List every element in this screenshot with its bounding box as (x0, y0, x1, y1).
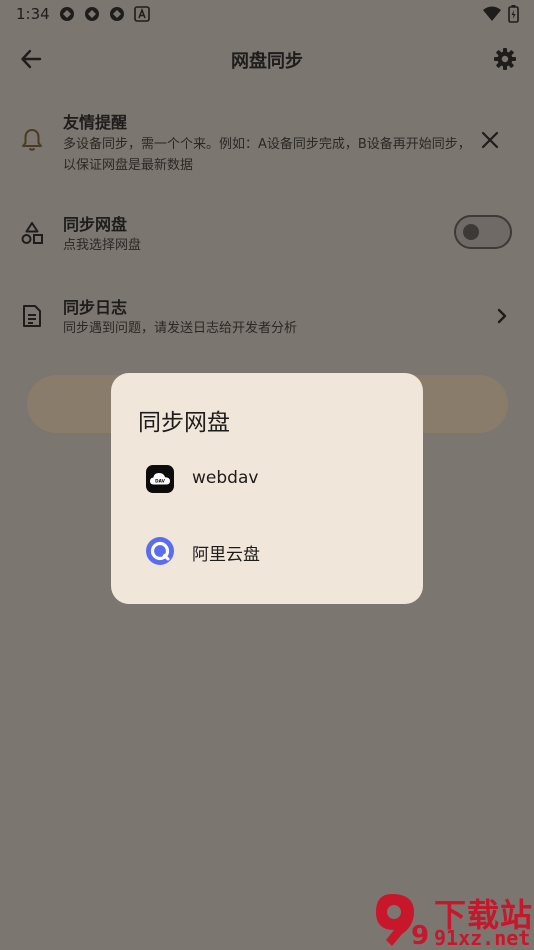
sync-log-open (490, 304, 514, 328)
top-app-bar: 网盘同步 (0, 28, 534, 90)
app-screen: 1:34 网盘同步 友情提醒 多设备同步，需一个个来。例如：A设备同步完成，B设… (0, 0, 534, 950)
notification-icon (60, 7, 74, 21)
shapes-icon-wrap (18, 219, 46, 247)
option-label: 阿里云盘 (192, 545, 260, 565)
toggle-knob (463, 224, 479, 240)
option-webdav[interactable]: DAV webdav (111, 449, 423, 509)
reminder-icon-wrap (18, 126, 46, 154)
close-icon (481, 131, 499, 149)
reminder-title: 友情提醒 (63, 113, 128, 132)
sync-drive-subtitle: 点我选择网盘 (63, 238, 142, 253)
sync-drive-title: 同步网盘 (63, 215, 128, 234)
gear-icon (494, 48, 516, 70)
site-watermark: 9 下载站 91xz.net (362, 888, 534, 950)
reminder-text: 多设备同步，需一个个来。例如：A设备同步完成，B设备再开始同步，以保证网盘是最新… (63, 137, 471, 173)
log-icon-wrap (18, 302, 46, 330)
svg-text:DAV: DAV (155, 479, 165, 484)
reminder-row: 友情提醒 多设备同步，需一个个来。例如：A设备同步完成，B设备再开始同步，以保证… (0, 100, 534, 180)
status-bar: 1:34 (0, 0, 534, 28)
sync-drive-row[interactable]: 同步网盘 点我选择网盘 (0, 200, 534, 266)
cloud-dav-icon: DAV (146, 465, 174, 493)
watermark-logo-text: 9 (411, 921, 429, 948)
notification-icon (85, 7, 99, 21)
chevron-right-icon (497, 308, 507, 324)
option-aliyun-drive[interactable]: 阿里云盘 (111, 521, 423, 581)
sync-drive-toggle[interactable] (454, 215, 512, 249)
bell-icon (22, 129, 42, 151)
dismiss-reminder-button[interactable] (476, 126, 504, 154)
select-drive-dialog: 同步网盘 DAV webdav 阿里云盘 (111, 373, 423, 604)
option-label: webdav (192, 468, 259, 488)
sync-log-row[interactable]: 同步日志 同步遇到问题，请发送日志给开发者分析 (0, 283, 534, 349)
watermark-text-url: 91xz.net (434, 926, 531, 950)
sync-log-subtitle: 同步遇到问题，请发送日志给开发者分析 (63, 321, 298, 336)
page-title: 网盘同步 (231, 51, 303, 72)
notification-icon (110, 7, 124, 21)
dialog-title: 同步网盘 (138, 410, 230, 436)
document-icon (23, 305, 41, 327)
status-time: 1:34 (16, 5, 50, 23)
watermark-logo-icon: 9 (376, 894, 429, 948)
battery-icon (508, 5, 519, 23)
shapes-icon (21, 222, 43, 244)
wifi-icon (483, 6, 501, 21)
aliyun-drive-icon (146, 537, 174, 565)
app-a-icon (134, 6, 150, 22)
sync-log-title: 同步日志 (63, 298, 128, 317)
settings-button[interactable] (488, 42, 522, 76)
